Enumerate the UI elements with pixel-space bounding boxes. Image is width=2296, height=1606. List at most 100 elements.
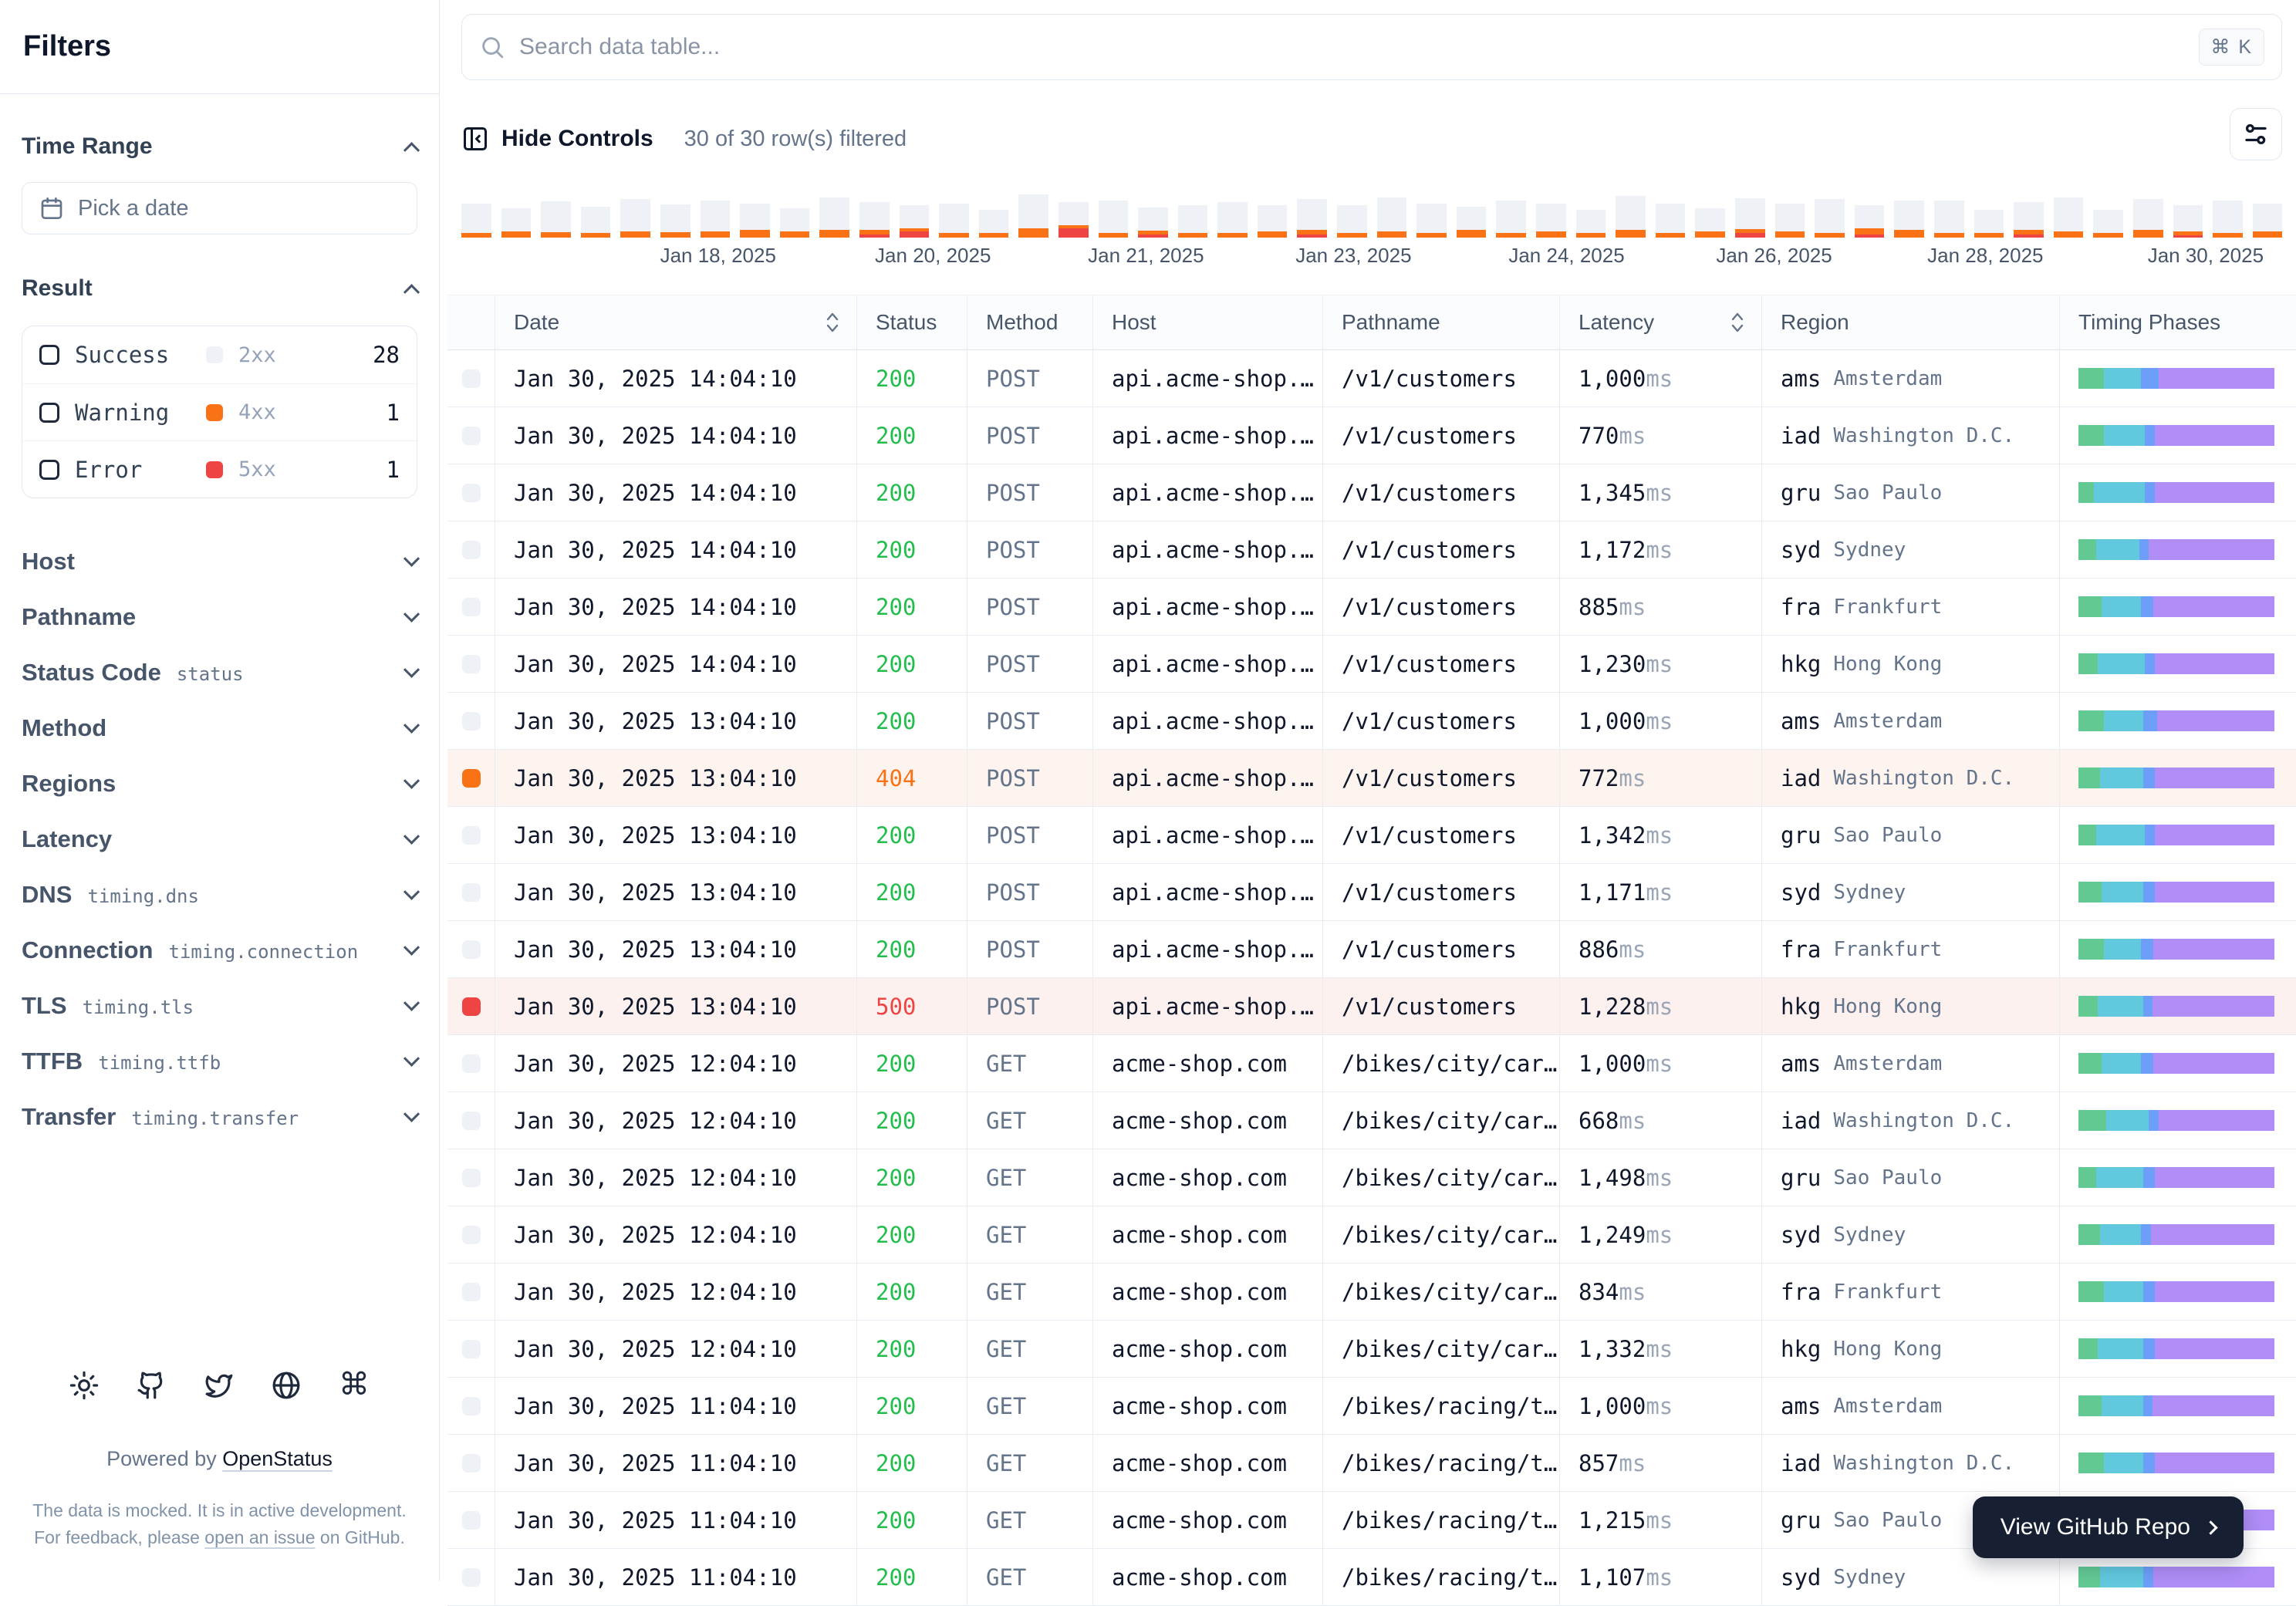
column-header-date[interactable]: Date bbox=[495, 295, 856, 349]
requests-histogram[interactable] bbox=[461, 194, 2283, 238]
histogram-bar[interactable] bbox=[1217, 194, 1248, 238]
sun-icon[interactable] bbox=[69, 1371, 99, 1404]
histogram-bar[interactable] bbox=[1177, 194, 1208, 238]
histogram-bar[interactable] bbox=[819, 194, 849, 238]
histogram-bar[interactable] bbox=[740, 194, 770, 238]
histogram-bar[interactable] bbox=[1815, 194, 1845, 238]
table-row[interactable]: Jan 30, 2025 13:04:10 404 POST api.acme-sho… bbox=[447, 750, 2296, 807]
table-row[interactable]: Jan 30, 2025 13:04:10 200 POST api.acme-sho… bbox=[447, 921, 2296, 978]
search-input[interactable] bbox=[519, 34, 2186, 60]
histogram-bar[interactable] bbox=[1695, 194, 1725, 238]
command-icon[interactable]: ⌘ bbox=[339, 1369, 370, 1404]
histogram-bar[interactable] bbox=[1894, 194, 1924, 238]
filter-item-transfer[interactable]: Transfer timing.transfer bbox=[22, 1089, 420, 1145]
histogram-bar[interactable] bbox=[1496, 194, 1527, 238]
table-row[interactable]: Jan 30, 2025 11:04:10 200 GET acme-shop.com… bbox=[447, 1378, 2296, 1435]
table-row[interactable]: Jan 30, 2025 13:04:10 200 POST api.acme-sho… bbox=[447, 864, 2296, 921]
histogram-bar[interactable] bbox=[2213, 194, 2243, 238]
filter-item-latency[interactable]: Latency bbox=[22, 811, 420, 867]
result-option-error[interactable]: Error 5xx 1 bbox=[22, 440, 417, 498]
open-issue-link[interactable]: open an issue bbox=[204, 1527, 315, 1547]
histogram-bar[interactable] bbox=[2053, 194, 2084, 238]
view-github-repo-button[interactable]: View GitHub Repo bbox=[1972, 1496, 2244, 1558]
histogram-bar[interactable] bbox=[1974, 194, 2004, 238]
checkbox[interactable] bbox=[39, 459, 59, 480]
twitter-icon[interactable] bbox=[204, 1371, 234, 1404]
histogram-bar[interactable] bbox=[2252, 194, 2283, 238]
table-row[interactable]: Jan 30, 2025 14:04:10 200 POST api.acme-sho… bbox=[447, 579, 2296, 636]
column-header-latency[interactable]: Latency bbox=[1559, 295, 1761, 349]
table-row[interactable]: Jan 30, 2025 11:04:10 200 GET acme-shop.com… bbox=[447, 1435, 2296, 1492]
histogram-bar[interactable] bbox=[1297, 194, 1328, 238]
histogram-bar[interactable] bbox=[1337, 194, 1367, 238]
histogram-bar[interactable] bbox=[779, 194, 810, 238]
histogram-bar[interactable] bbox=[1655, 194, 1686, 238]
result-section-toggle[interactable]: Result bbox=[22, 267, 420, 310]
result-option-warning[interactable]: Warning 4xx 1 bbox=[22, 383, 417, 440]
table-row[interactable]: Jan 30, 2025 13:04:10 200 POST api.acme-sho… bbox=[447, 807, 2296, 864]
table-row[interactable]: Jan 30, 2025 14:04:10 200 POST api.acme-sho… bbox=[447, 636, 2296, 693]
table-row[interactable]: Jan 30, 2025 14:04:10 200 POST api.acme-sho… bbox=[447, 350, 2296, 407]
filter-item-method[interactable]: Method bbox=[22, 700, 420, 756]
table-row[interactable]: Jan 30, 2025 12:04:10 200 GET acme-shop.com… bbox=[447, 1264, 2296, 1321]
globe-icon[interactable] bbox=[272, 1371, 301, 1404]
histogram-bar[interactable] bbox=[461, 194, 491, 238]
filter-item-status-code[interactable]: Status Code status bbox=[22, 645, 420, 700]
filter-item-pathname[interactable]: Pathname bbox=[22, 589, 420, 645]
filter-item-connection[interactable]: Connection timing.connection bbox=[22, 923, 420, 978]
table-row[interactable]: Jan 30, 2025 14:04:10 200 POST api.acme-sho… bbox=[447, 464, 2296, 521]
date-picker-button[interactable]: Pick a date bbox=[22, 182, 417, 234]
table-row[interactable]: Jan 30, 2025 12:04:10 200 GET acme-shop.com… bbox=[447, 1149, 2296, 1206]
histogram-bar[interactable] bbox=[700, 194, 731, 238]
histogram-bar[interactable] bbox=[1456, 194, 1487, 238]
filter-item-host[interactable]: Host bbox=[22, 534, 420, 589]
histogram-bar[interactable] bbox=[1257, 194, 1288, 238]
filter-item-dns[interactable]: DNS timing.dns bbox=[22, 867, 420, 923]
checkbox[interactable] bbox=[39, 345, 59, 365]
histogram-bar[interactable] bbox=[939, 194, 969, 238]
result-option-success[interactable]: Success 2xx 28 bbox=[22, 326, 417, 383]
histogram-bar[interactable] bbox=[2132, 194, 2163, 238]
histogram-bar[interactable] bbox=[580, 194, 611, 238]
histogram-bar[interactable] bbox=[1376, 194, 1407, 238]
histogram-bar[interactable] bbox=[1058, 194, 1089, 238]
view-options-button[interactable] bbox=[2230, 108, 2282, 160]
hide-controls-button[interactable]: Hide Controls bbox=[461, 125, 653, 153]
histogram-bar[interactable] bbox=[2093, 194, 2123, 238]
histogram-bar[interactable] bbox=[1735, 194, 1765, 238]
histogram-bar[interactable] bbox=[1138, 194, 1168, 238]
table-row[interactable]: Jan 30, 2025 13:04:10 500 POST api.acme-sho… bbox=[447, 978, 2296, 1035]
histogram-bar[interactable] bbox=[1416, 194, 1447, 238]
time-range-section-toggle[interactable]: Time Range bbox=[22, 125, 420, 168]
table-row[interactable]: Jan 30, 2025 12:04:10 200 GET acme-shop.com… bbox=[447, 1092, 2296, 1149]
histogram-bar[interactable] bbox=[2014, 194, 2044, 238]
histogram-bar[interactable] bbox=[2173, 194, 2203, 238]
histogram-bar[interactable] bbox=[1098, 194, 1129, 238]
table-row[interactable]: Jan 30, 2025 12:04:10 200 GET acme-shop.com… bbox=[447, 1035, 2296, 1092]
checkbox[interactable] bbox=[39, 402, 59, 423]
histogram-bar[interactable] bbox=[1536, 194, 1566, 238]
histogram-bar[interactable] bbox=[859, 194, 890, 238]
histogram-bar[interactable] bbox=[1616, 194, 1646, 238]
histogram-bar[interactable] bbox=[978, 194, 1009, 238]
histogram-bar[interactable] bbox=[1575, 194, 1606, 238]
histogram-bar[interactable] bbox=[1854, 194, 1885, 238]
table-row[interactable]: Jan 30, 2025 12:04:10 200 GET acme-shop.com… bbox=[447, 1206, 2296, 1264]
table-row[interactable]: Jan 30, 2025 14:04:10 200 POST api.acme-sho… bbox=[447, 521, 2296, 579]
histogram-bar[interactable] bbox=[1933, 194, 1964, 238]
histogram-bar[interactable] bbox=[1018, 194, 1048, 238]
table-row[interactable]: Jan 30, 2025 14:04:10 200 POST api.acme-sho… bbox=[447, 407, 2296, 464]
openstatus-link[interactable]: OpenStatus bbox=[222, 1447, 333, 1470]
histogram-bar[interactable] bbox=[541, 194, 571, 238]
histogram-bar[interactable] bbox=[660, 194, 690, 238]
filter-item-ttfb[interactable]: TTFB timing.ttfb bbox=[22, 1034, 420, 1089]
histogram-bar[interactable] bbox=[899, 194, 930, 238]
github-icon[interactable] bbox=[137, 1371, 166, 1404]
filter-item-tls[interactable]: TLS timing.tls bbox=[22, 978, 420, 1034]
histogram-bar[interactable] bbox=[501, 194, 532, 238]
table-row[interactable]: Jan 30, 2025 12:04:10 200 GET acme-shop.com… bbox=[447, 1321, 2296, 1378]
histogram-bar[interactable] bbox=[1774, 194, 1805, 238]
filter-item-regions[interactable]: Regions bbox=[22, 756, 420, 811]
table-row[interactable]: Jan 30, 2025 13:04:10 200 POST api.acme-sho… bbox=[447, 693, 2296, 750]
histogram-bar[interactable] bbox=[620, 194, 650, 238]
